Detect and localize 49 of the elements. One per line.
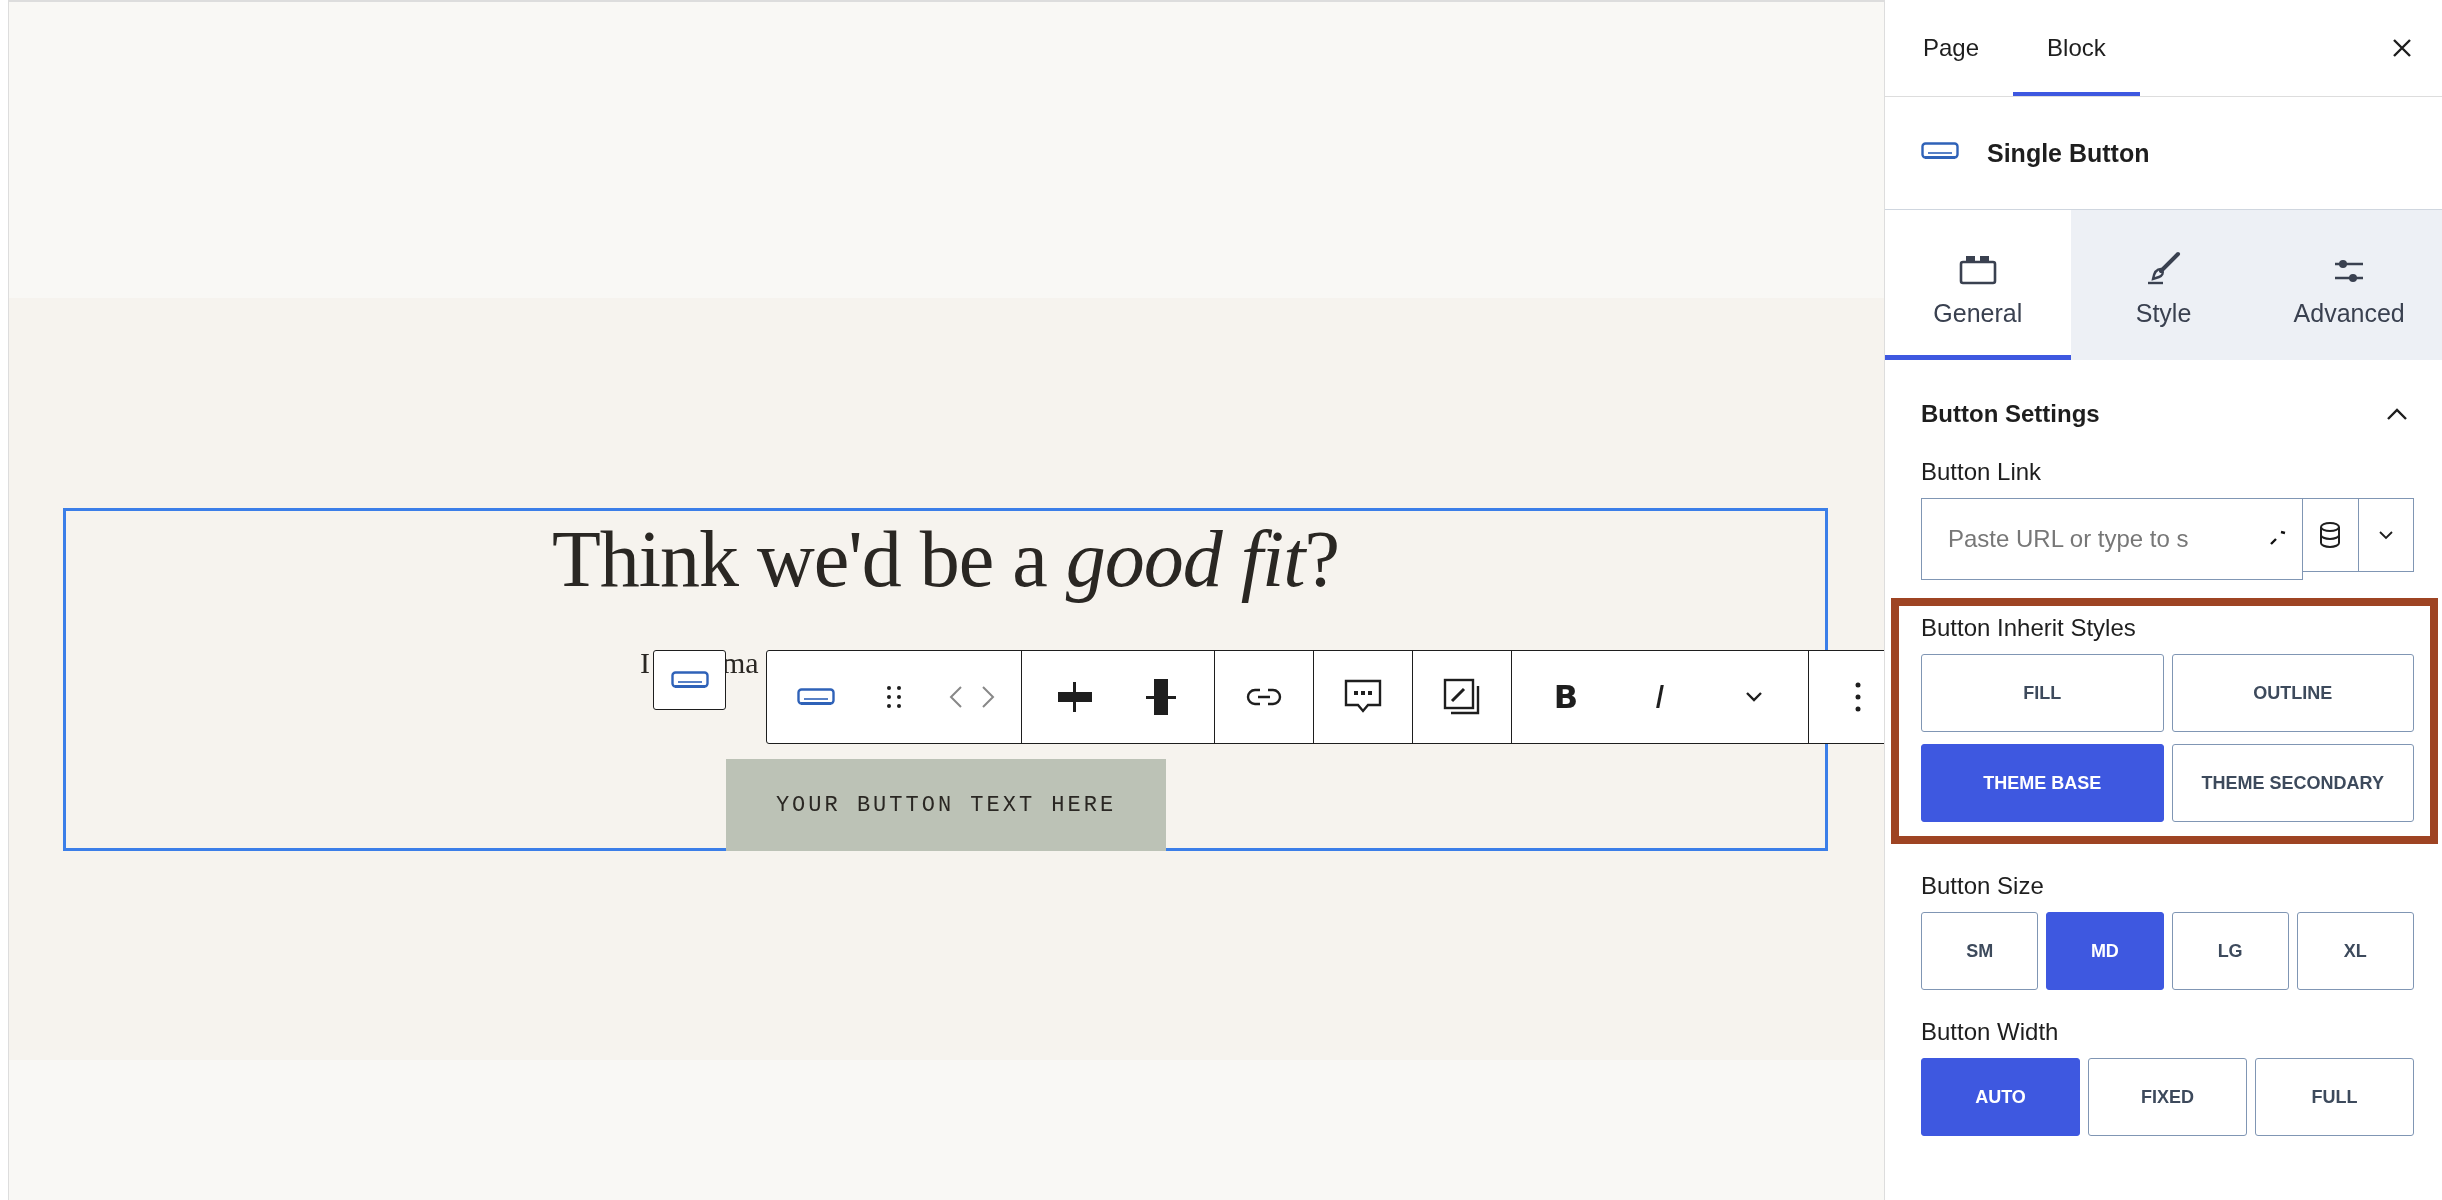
brush-icon [2146, 250, 2181, 285]
dynamic-data-button[interactable] [2303, 498, 2359, 572]
option-button[interactable]: FIXED [2088, 1058, 2247, 1136]
expand-icon [2269, 530, 2287, 546]
heading: Think we'd be a good fit? [551, 515, 1340, 603]
chevron-down-icon [1745, 691, 1763, 702]
option-button[interactable]: FULL [2255, 1058, 2414, 1136]
chevrons-icon [949, 684, 995, 709]
field-label: Button Size [1921, 872, 2045, 900]
align-icon [1058, 681, 1092, 712]
link-icon [1246, 686, 1282, 707]
option-button[interactable]: AUTO [1921, 1058, 2080, 1136]
image-edit-icon [1443, 677, 1481, 716]
more-options-icon [1855, 681, 1861, 712]
option-button[interactable]: THEME SECONDARY [2171, 744, 2414, 822]
section-title: Button Settings [1921, 400, 2100, 428]
option-button[interactable]: XL [2296, 912, 2414, 990]
option-button[interactable]: FILL [1921, 654, 2164, 732]
option-button[interactable]: SM [1921, 912, 2039, 990]
option-button[interactable]: MD [2046, 912, 2164, 990]
chevron-up-icon [2386, 407, 2408, 421]
field-label: Button Link [1921, 458, 2043, 486]
layout-icon [1958, 254, 1997, 285]
paragraph-text: I [640, 645, 650, 681]
option-button[interactable]: THEME BASE [1921, 744, 2164, 822]
button-block-icon [670, 671, 709, 689]
field-label: Button Inherit Styles [1921, 614, 2137, 642]
content-button[interactable]: YOUR BUTTON TEXT HERE [726, 759, 1166, 851]
block-button[interactable] [653, 650, 726, 710]
block-name: Single Button [1987, 138, 2150, 168]
sidebar-tab[interactable]: Page [1889, 4, 2014, 96]
option-button[interactable]: OUTLINE [2171, 654, 2414, 732]
sidebar-tab[interactable]: Block [2013, 4, 2140, 96]
button-block-icon [797, 687, 835, 706]
comment-icon [1344, 678, 1382, 715]
sliders-icon [2334, 258, 2365, 285]
bold-button[interactable]: B [1522, 651, 1610, 742]
align-icon [1146, 678, 1176, 715]
url-field[interactable]: Paste URL or type to s [1921, 498, 2303, 580]
close-icon [2391, 37, 2413, 59]
button-block-icon [1921, 142, 1959, 160]
italic-button[interactable]: I [1610, 651, 1710, 742]
option-button[interactable]: LG [2171, 912, 2289, 990]
panel-tab[interactable]: Advanced [2256, 210, 2442, 360]
drag-handle-icon [886, 684, 902, 709]
chevron-down-icon [2378, 530, 2393, 540]
database-icon [2318, 521, 2343, 549]
panel-tab[interactable]: Style [2070, 210, 2257, 360]
field-label: Button Width [1921, 1018, 2060, 1046]
